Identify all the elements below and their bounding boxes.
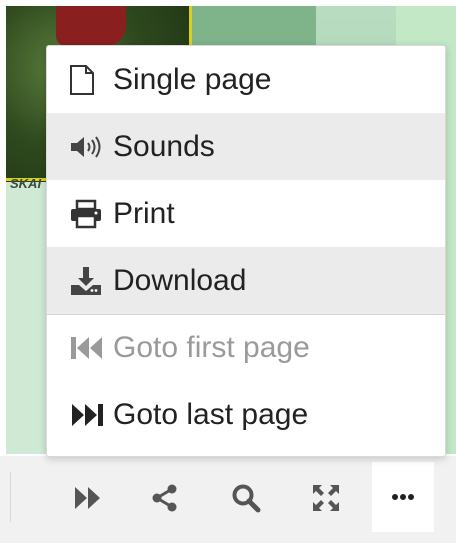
menu-item-label: Single page <box>113 62 272 96</box>
book-page-green-band <box>192 6 316 46</box>
page-icon <box>69 62 113 98</box>
photo-red-flower <box>56 6 126 46</box>
speaker-icon <box>69 129 113 165</box>
first-page-icon <box>69 330 113 366</box>
menu-item-label: Goto last page <box>113 397 309 431</box>
toolbar-separator <box>10 472 11 522</box>
menu-item-single-page[interactable]: Single page <box>47 46 445 113</box>
menu-item-goto-first-page[interactable]: Goto first page <box>47 314 445 381</box>
next-page-icon <box>73 485 103 511</box>
menu-item-print[interactable]: Print <box>47 180 445 247</box>
menu-item-goto-last-page[interactable]: Goto last page <box>47 381 445 448</box>
menu-item-label: Sounds <box>113 129 215 163</box>
fullscreen-button[interactable] <box>306 470 346 526</box>
search-icon <box>231 483 261 513</box>
book-page-lower-panel <box>6 182 46 454</box>
share-icon <box>151 484 179 512</box>
more-icon <box>392 488 414 506</box>
printer-icon <box>69 196 113 232</box>
last-page-icon <box>69 397 113 433</box>
more-options-button[interactable] <box>372 462 434 532</box>
menu-item-sounds[interactable]: Sounds <box>47 113 445 180</box>
menu-item-download[interactable]: Download <box>47 247 445 314</box>
fullscreen-icon <box>311 483 341 513</box>
download-icon <box>69 263 113 299</box>
menu-item-label: Print <box>113 196 175 230</box>
more-options-menu: Single page Sounds Print Download Goto f… <box>46 45 446 457</box>
menu-item-label: Download <box>113 263 247 297</box>
share-button[interactable] <box>145 470 185 526</box>
search-button[interactable] <box>226 470 266 526</box>
menu-item-label: Goto first page <box>113 331 310 364</box>
next-page-button[interactable] <box>68 470 108 526</box>
book-page-caption: SKAI <box>10 176 42 191</box>
